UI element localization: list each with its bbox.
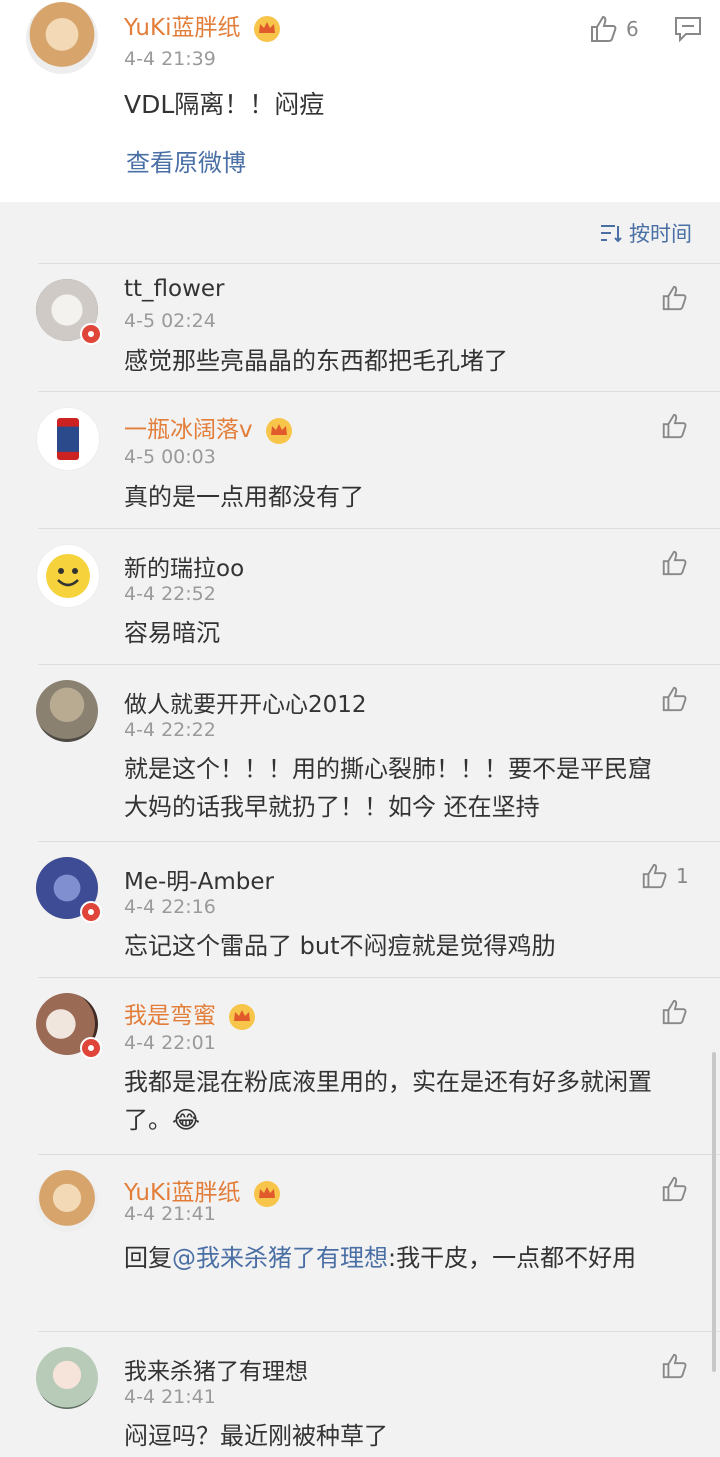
thumb-up-icon (662, 550, 687, 576)
comment-item: YuKi蓝胖纸 4-4 21:41 回复@我来杀猪了有理想:我干皮，一点都不好用 (0, 1155, 720, 1331)
thumb-up-icon (591, 15, 617, 42)
comment-avatar[interactable] (36, 544, 100, 608)
comment-time: 4-4 22:16 (124, 896, 216, 918)
comment-time: 4-5 02:24 (124, 310, 216, 332)
comment-author-name[interactable]: tt_flower (124, 276, 225, 302)
comment-text: 闷逗吗？最近刚被种草了 (124, 1422, 388, 1450)
comment-text: 回复@我来杀猪了有理想:我干皮，一点都不好用 (124, 1239, 672, 1277)
comment-like-button[interactable] (660, 998, 688, 1026)
comment-author-name[interactable]: 新的瑞拉oo (124, 549, 244, 583)
comment-like-count: 1 (676, 864, 689, 888)
original-post: YuKi蓝胖纸 4-4 21:39 VDL隔离！！闷痘 查看原微博 6 (0, 0, 720, 202)
comment-author-name[interactable]: 一瓶冰阔落v (124, 410, 294, 445)
comment-avatar[interactable] (36, 680, 98, 742)
comment-like-button[interactable] (660, 412, 688, 440)
comment-time: 4-4 21:41 (124, 1386, 216, 1408)
comment-item: Me-明-Amber 4-4 22:16 忘记这个雷品了 but不闷痘就是觉得鸡… (0, 842, 720, 977)
crown-icon (229, 1003, 256, 1030)
sort-label: 按时间 (629, 222, 692, 246)
comment-avatar[interactable] (36, 1347, 98, 1409)
smiley-icon (46, 554, 90, 598)
thumb-up-icon (662, 413, 687, 439)
comment-icon[interactable] (674, 16, 702, 42)
comment-like-button[interactable] (660, 1352, 688, 1380)
comment-text: 我都是混在粉底液里用的，实在是还有好多就闲置了。😂 (124, 1068, 652, 1134)
comment-like-button[interactable]: 1 (640, 862, 689, 890)
comment-avatar[interactable] (36, 407, 100, 471)
post-like-count: 6 (626, 17, 639, 41)
comment-item: tt_flower 4-5 02:24 感觉那些亮晶晶的东西都把毛孔堵了 (0, 264, 720, 391)
post-text: VDL隔离！！闷痘 (124, 90, 325, 119)
comment-author-name[interactable]: 做人就要开开心心2012 (124, 685, 367, 719)
thumb-up-icon (662, 686, 687, 712)
comment-author-name[interactable]: 我来杀猪了有理想 (124, 1352, 308, 1386)
mention-link[interactable]: @我来杀猪了有理想 (172, 1244, 388, 1272)
comment-text: 真的是一点用都没有了 (124, 483, 364, 511)
view-original-link[interactable]: 查看原微博 (126, 144, 246, 182)
comment-text: 就是这个！！！用的撕心裂肺！！！要不是平民窟大妈的话我早就扔了！！如今 还在坚持 (124, 755, 652, 821)
comment-author-name[interactable]: 我是弯蜜 (124, 996, 257, 1031)
comment-like-button[interactable] (660, 685, 688, 713)
comment-like-button[interactable] (660, 284, 688, 312)
comment-like-button[interactable] (660, 549, 688, 577)
crown-icon (265, 417, 292, 444)
comment-time: 4-4 21:41 (124, 1203, 216, 1225)
reply-prefix: 回复 (124, 1244, 172, 1272)
sort-icon (601, 225, 622, 243)
comment-item: 我是弯蜜 4-4 22:01 我都是混在粉底液里用的，实在是还有好多就闲置了。😂 (0, 978, 720, 1154)
comment-time: 4-4 22:22 (124, 719, 216, 741)
verified-badge-icon (80, 901, 102, 923)
comment-text: 容易暗沉 (124, 619, 220, 647)
comment-item: 一瓶冰阔落v 4-5 00:03 真的是一点用都没有了 (0, 392, 720, 528)
can-image (57, 418, 79, 460)
verified-badge-icon (80, 323, 102, 345)
comment-time: 4-5 00:03 (124, 446, 216, 468)
thumb-up-icon (662, 1353, 687, 1379)
comment-text: 忘记这个雷品了 but不闷痘就是觉得鸡肋 (124, 932, 556, 960)
post-avatar[interactable] (26, 2, 98, 74)
crown-icon (253, 15, 280, 42)
comment-avatar[interactable] (36, 1170, 98, 1232)
post-time: 4-4 21:39 (124, 48, 216, 70)
thumb-up-icon (642, 863, 667, 889)
thumb-up-icon (662, 1176, 687, 1202)
thumb-up-icon (662, 999, 687, 1025)
post-like-button[interactable]: 6 (588, 14, 639, 44)
post-author-name[interactable]: YuKi蓝胖纸 (124, 8, 282, 43)
reply-text: :我干皮，一点都不好用 (388, 1244, 637, 1272)
comment-like-button[interactable] (660, 1175, 688, 1203)
comment-item: 做人就要开开心心2012 4-4 22:22 就是这个！！！用的撕心裂肺！！！要… (0, 665, 720, 841)
comment-time: 4-4 22:01 (124, 1032, 216, 1054)
comment-item: 我来杀猪了有理想 4-4 21:41 闷逗吗？最近刚被种草了 (0, 1332, 720, 1457)
crown-icon (253, 1180, 280, 1207)
comment-time: 4-4 22:52 (124, 583, 216, 605)
comment-item: 新的瑞拉oo 4-4 22:52 容易暗沉 (0, 529, 720, 664)
comment-author-name[interactable]: Me-明-Amber (124, 862, 274, 896)
verified-badge-icon (80, 1037, 102, 1059)
comment-text: 感觉那些亮晶晶的东西都把毛孔堵了 (124, 347, 508, 375)
scrollbar[interactable] (712, 1052, 716, 1372)
thumb-up-icon (662, 285, 687, 311)
sort-by-time-button[interactable]: 按时间 (599, 218, 692, 248)
